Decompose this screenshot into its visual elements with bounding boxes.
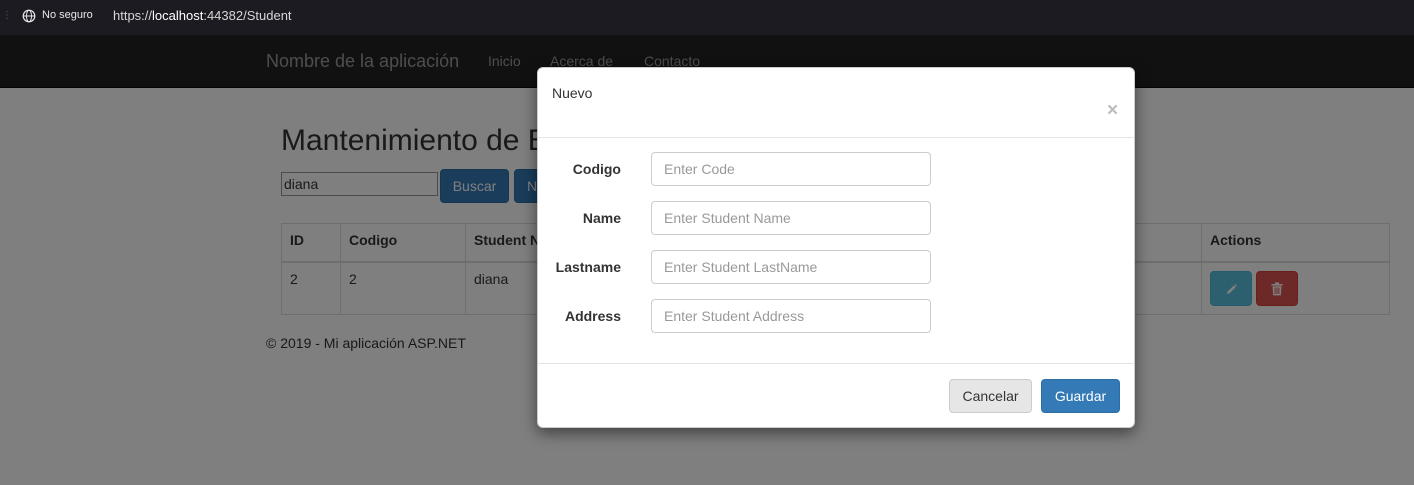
cancel-button[interactable]: Cancelar [949,379,1032,413]
globe-icon[interactable] [22,9,36,26]
codigo-input[interactable] [651,152,931,186]
url-path: :44382/Student [203,8,292,23]
form-row-codigo: Codigo [538,152,1134,186]
form-row-lastname: Lastname [538,250,1134,284]
url-host: localhost [152,8,204,23]
form-row-name: Name [538,201,1134,235]
close-icon[interactable]: × [1107,101,1118,120]
browser-address-bar: ⋮ No seguro https://localhost:44382/Stud… [0,0,1414,35]
url-field[interactable]: https://localhost:44382/Student [113,8,292,23]
security-status-label[interactable]: No seguro [42,9,93,21]
address-label: Address [564,308,621,324]
url-scheme: https:// [113,8,153,23]
save-button[interactable]: Guardar [1041,379,1120,413]
form-row-address: Address [538,299,1134,333]
name-input[interactable] [651,201,931,235]
codigo-label: Codigo [572,161,621,177]
modal-header: Nuevo × [538,68,1134,138]
lastname-label: Lastname [555,259,621,275]
new-student-modal: Nuevo × Codigo Name Lastname Address Can… [537,67,1135,428]
name-label: Name [582,210,621,226]
modal-footer: Cancelar Guardar [538,363,1134,428]
modal-title: Nuevo [552,85,593,101]
address-input[interactable] [651,299,931,333]
lastname-input[interactable] [651,250,931,284]
drag-handle-icon: ⋮ [2,10,12,21]
